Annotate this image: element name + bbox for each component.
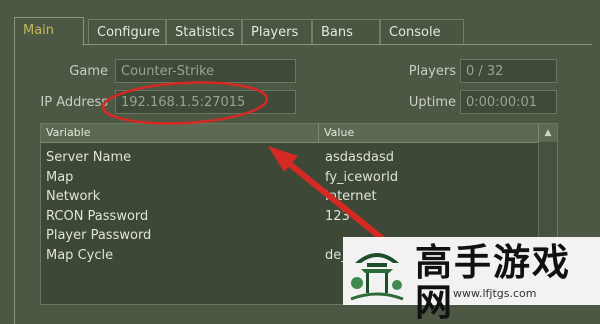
- watermark-title: 高手游戏网: [415, 241, 571, 324]
- watermark-url: www.lfjtgs.com: [453, 287, 537, 300]
- table-row[interactable]: RCON Password 123: [41, 207, 541, 227]
- variable-cell: Server Name: [46, 150, 132, 165]
- value-cell: asdasdasd: [325, 150, 394, 165]
- tab-bans[interactable]: Bans: [312, 19, 380, 45]
- column-header-value[interactable]: Value: [319, 124, 539, 142]
- tab-configure[interactable]: Configure: [88, 19, 166, 45]
- tab-players[interactable]: Players: [242, 19, 312, 45]
- players-label: Players: [408, 64, 456, 79]
- players-field: 0 / 32: [460, 59, 557, 83]
- variable-cell: Map Cycle: [46, 247, 114, 263]
- value-cell: fy_iceworld: [325, 169, 399, 185]
- column-header-variable[interactable]: Variable: [41, 124, 319, 142]
- variable-cell: Map: [46, 169, 74, 185]
- table-row[interactable]: Network Internet: [41, 187, 541, 207]
- table-row[interactable]: Map fy_iceworld: [41, 168, 541, 188]
- game-field: Counter-Strike: [115, 59, 296, 83]
- uptime-field: 0:00:00:01: [460, 90, 557, 114]
- pavilion-logo-icon: [350, 253, 404, 301]
- uptime-label: Uptime: [408, 95, 456, 110]
- value-cell: Internet: [325, 189, 377, 204]
- server-admin-window: Main Configure Statistics Players Bans C…: [0, 0, 600, 324]
- table-row[interactable]: Server Name asdasdasd: [41, 148, 541, 168]
- table-header: Variable Value ▲: [41, 124, 557, 143]
- variable-cell: RCON Password: [46, 208, 149, 224]
- tab-console[interactable]: Console: [380, 19, 464, 45]
- scroll-up-arrow-icon[interactable]: ▲: [538, 124, 557, 142]
- variable-cell: Player Password: [46, 228, 152, 243]
- ip-address-label: IP Address: [40, 95, 108, 110]
- game-label: Game: [69, 64, 108, 79]
- variable-cell: Network: [46, 189, 101, 204]
- tab-statistics[interactable]: Statistics: [166, 19, 242, 45]
- tab-main[interactable]: Main: [14, 17, 84, 46]
- ip-address-field: 192.168.1.5:27015: [115, 90, 296, 114]
- value-cell: 123: [325, 208, 350, 224]
- watermark-banner: 高手游戏网 www.lfjtgs.com: [343, 237, 600, 323]
